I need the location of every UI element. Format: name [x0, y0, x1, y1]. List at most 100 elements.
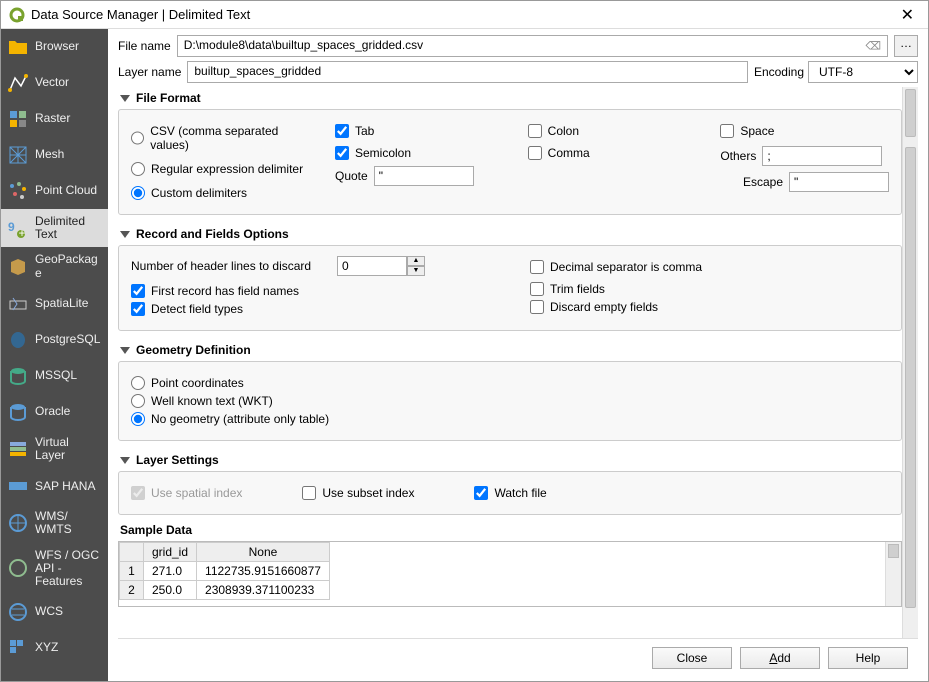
- sidebar-label: Mesh: [35, 148, 64, 161]
- check-comma[interactable]: [528, 146, 542, 160]
- sidebar-item-geopackage[interactable]: GeoPackage: [1, 247, 108, 285]
- sidebar-item-delimited-text[interactable]: 9+Delimited Text: [1, 209, 108, 247]
- table-row[interactable]: 2250.02308939.371100233: [120, 581, 330, 600]
- sidebar-label: XYZ: [35, 641, 58, 654]
- xyz-icon: [7, 637, 29, 659]
- sidebar-item-mssql[interactable]: MSSQL: [1, 358, 108, 394]
- sidebar-item-vector[interactable]: Vector: [1, 65, 108, 101]
- others-input[interactable]: [762, 146, 882, 166]
- close-icon[interactable]: ✕: [895, 5, 920, 25]
- sidebar-item-xyz[interactable]: XYZ: [1, 630, 108, 666]
- help-button[interactable]: Help: [828, 647, 908, 669]
- section-record-header[interactable]: Record and Fields Options: [118, 223, 902, 245]
- check-discard-empty[interactable]: [530, 300, 544, 314]
- sidebar-item-wcs[interactable]: WCS: [1, 594, 108, 630]
- sidebar-item-pointcloud[interactable]: Point Cloud: [1, 173, 108, 209]
- col-header[interactable]: grid_id: [144, 543, 197, 562]
- collapse-icon: [120, 457, 130, 464]
- sidebar-item-raster[interactable]: Raster: [1, 101, 108, 137]
- sidebar-item-sap-hana[interactable]: SAP HANA: [1, 468, 108, 504]
- check-decimal-comma[interactable]: [530, 260, 544, 274]
- file-name-value: D:\module8\data\builtup_spaces_gridded.c…: [184, 38, 423, 52]
- check-space[interactable]: [720, 124, 734, 138]
- sidebar-label: WCS: [35, 605, 63, 618]
- radio-csv[interactable]: [131, 131, 144, 145]
- radio-point-coords[interactable]: [131, 376, 145, 390]
- section-title: Layer Settings: [136, 453, 219, 467]
- geopackage-icon: [7, 256, 29, 278]
- sidebar-label: WFS / OGC API - Features: [35, 549, 102, 589]
- check-tab[interactable]: [335, 124, 349, 138]
- mssql-icon: [7, 365, 29, 387]
- quote-input[interactable]: [374, 166, 474, 186]
- layer-name-value: builtup_spaces_gridded: [194, 64, 321, 78]
- file-name-label: File name: [118, 39, 171, 53]
- check-colon-label: Colon: [548, 124, 579, 138]
- browse-button[interactable]: …: [894, 35, 918, 57]
- check-subset-index[interactable]: [302, 486, 316, 500]
- check-first-record[interactable]: [131, 284, 145, 298]
- table-row[interactable]: 1271.01122735.9151660877: [120, 562, 330, 581]
- check-colon[interactable]: [528, 124, 542, 138]
- sidebar-label: WMS/ WMTS: [35, 510, 72, 536]
- check-watch-file[interactable]: [474, 486, 488, 500]
- sidebar-item-postgresql[interactable]: PostgreSQL: [1, 322, 108, 358]
- radio-wkt[interactable]: [131, 394, 145, 408]
- check-space-label: Space: [740, 124, 774, 138]
- header-lines-input[interactable]: [337, 256, 407, 276]
- sidebar-label: Raster: [35, 112, 70, 125]
- section-geometry-header[interactable]: Geometry Definition: [118, 339, 902, 361]
- sidebar-label: Virtual Layer: [35, 436, 102, 462]
- scroll-up-icon[interactable]: [888, 544, 899, 558]
- row-number: 1: [120, 562, 144, 581]
- sidebar-label: Oracle: [35, 405, 70, 418]
- sidebar-item-wms[interactable]: WMS/ WMTS: [1, 504, 108, 542]
- collapse-icon: [120, 231, 130, 238]
- escape-label: Escape: [743, 175, 783, 189]
- qgis-logo-icon: [9, 7, 25, 23]
- close-button[interactable]: Close: [652, 647, 732, 669]
- encoding-select[interactable]: UTF-8: [808, 61, 918, 83]
- spin-up-icon[interactable]: ▲: [407, 256, 425, 266]
- add-button[interactable]: Add: [740, 647, 820, 669]
- radio-custom[interactable]: [131, 186, 145, 200]
- discard-empty-label: Discard empty fields: [550, 300, 658, 314]
- sidebar-item-oracle[interactable]: Oracle: [1, 394, 108, 430]
- section-file-format-header[interactable]: File Format: [118, 87, 902, 109]
- clear-field-icon[interactable]: ⌫: [865, 40, 881, 53]
- first-record-label: First record has field names: [151, 284, 299, 298]
- sidebar-label: Point Cloud: [35, 184, 97, 197]
- sidebar-item-mesh[interactable]: Mesh: [1, 137, 108, 173]
- radio-regex[interactable]: [131, 162, 145, 176]
- row-number: 2: [120, 581, 144, 600]
- sap-hana-icon: [7, 475, 29, 497]
- layer-name-input[interactable]: builtup_spaces_gridded: [187, 61, 748, 83]
- layer-name-label: Layer name: [118, 65, 181, 79]
- folder-icon: [7, 36, 29, 58]
- radio-nogeo-label: No geometry (attribute only table): [151, 412, 329, 426]
- collapse-icon: [120, 347, 130, 354]
- table-scrollbar[interactable]: [885, 542, 901, 606]
- pointcloud-icon: [7, 180, 29, 202]
- check-trim-fields[interactable]: [530, 282, 544, 296]
- sidebar-item-spatialite[interactable]: SpatiaLite: [1, 286, 108, 322]
- sidebar-item-virtual-layer[interactable]: Virtual Layer: [1, 430, 108, 468]
- radio-no-geometry[interactable]: [131, 412, 145, 426]
- sidebar-item-wfs[interactable]: WFS / OGC API - Features: [1, 543, 108, 595]
- sidebar-item-browser[interactable]: Browser: [1, 29, 108, 65]
- collapse-icon: [120, 95, 130, 102]
- section-layersettings-header[interactable]: Layer Settings: [118, 449, 902, 471]
- sidebar-label: GeoPackage: [35, 253, 102, 279]
- postgresql-icon: [7, 329, 29, 351]
- section-title: File Format: [136, 91, 201, 105]
- sidebar-label: SpatiaLite: [35, 297, 88, 310]
- col-header[interactable]: None: [197, 543, 330, 562]
- check-semicolon[interactable]: [335, 146, 349, 160]
- watch-file-label: Watch file: [494, 486, 546, 500]
- sidebar-label: Vector: [35, 76, 69, 89]
- file-name-input[interactable]: D:\module8\data\builtup_spaces_gridded.c…: [177, 35, 888, 57]
- check-detect-types[interactable]: [131, 302, 145, 316]
- escape-input[interactable]: [789, 172, 889, 192]
- spin-down-icon[interactable]: ▼: [407, 266, 425, 276]
- svg-text:9: 9: [8, 220, 15, 234]
